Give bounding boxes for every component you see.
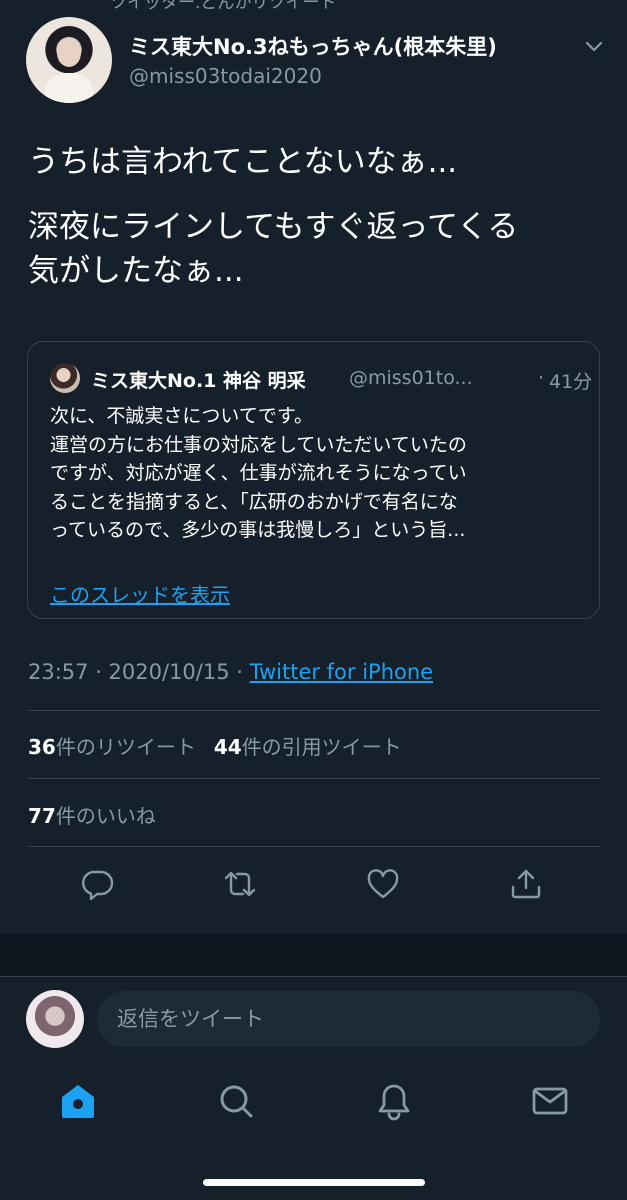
current-user-avatar[interactable] — [26, 990, 84, 1048]
like-label: 件のいいね — [55, 804, 156, 828]
like-count: 77 — [28, 804, 56, 828]
chevron-down-icon[interactable] — [582, 35, 606, 59]
divider — [28, 846, 600, 847]
quoted-body: 次に、不誠実さについてです。 運営の方にお仕事の対応をしていただいていたの です… — [50, 402, 582, 545]
tweet-text: うちは言われてことないなぁ... 深夜にラインしてもすぐ返ってくる 気がしたなぁ… — [28, 140, 600, 293]
home-indicator — [203, 1179, 425, 1186]
quote-label: 件の引用ツイート — [241, 735, 402, 759]
tweet-header: ミス東大No.3ねもっちゃん(根本朱里) @miss03todai2020 — [26, 17, 606, 103]
likes-stat[interactable]: 77件のいいね — [28, 800, 156, 829]
quotes-stat[interactable]: 44件の引用ツイート — [214, 735, 402, 759]
section-separator — [0, 934, 627, 976]
author-display-name[interactable]: ミス東大No.3ねもっちゃん(根本朱里) — [129, 31, 497, 61]
tweet-actions — [0, 858, 627, 908]
bottom-tab-bar — [0, 1065, 627, 1155]
retweet-icon[interactable] — [222, 866, 258, 902]
quoted-time: 41分 — [549, 371, 593, 393]
quoted-body-line: っているので、多少の事は我慢しろ」という旨... — [50, 519, 466, 542]
show-thread-link[interactable]: このスレッドを表示 — [50, 579, 230, 608]
reply-composer — [0, 977, 627, 1061]
reply-input[interactable] — [97, 991, 600, 1047]
messages-icon[interactable] — [530, 1081, 570, 1121]
quoted-tweet[interactable]: ミス東大No.1 神谷 明采 @miss01to... · 41分 次に、不誠実… — [27, 341, 600, 619]
social-context: ツイッター.どんかリツイート — [110, 0, 337, 13]
tweet-timestamp: 23:57 · 2020/10/15 · — [28, 660, 250, 684]
quoted-separator: · — [538, 367, 545, 389]
tweet-text-line: 深夜にラインしてもすぐ返ってくる — [28, 209, 519, 245]
author-avatar[interactable] — [26, 17, 112, 103]
notifications-icon[interactable] — [374, 1081, 414, 1121]
retweet-count: 36 — [28, 735, 56, 759]
quoted-author-avatar — [50, 363, 80, 393]
quoted-body-line: 運営の方にお仕事の対応をしていただいていたの — [50, 433, 467, 456]
tweet-text-line: 気がしたなぁ... — [28, 253, 244, 289]
tweet-meta: 23:57 · 2020/10/15 · Twitter for iPhone — [28, 660, 433, 684]
tweet-text-line: うちは言われてことないなぁ... — [28, 144, 458, 180]
quoted-body-line: 次に、不誠実さについてです。 — [50, 405, 313, 427]
reply-icon[interactable] — [80, 866, 116, 902]
divider — [28, 710, 600, 711]
retweet-label: 件のリツイート — [55, 735, 196, 759]
quote-count: 44 — [213, 735, 242, 759]
share-icon[interactable] — [508, 866, 544, 902]
quoted-author-handle: @miss01to... — [349, 367, 473, 389]
tweet-detail-screen: ツイッター.どんかリツイート ミス東大No.3ねもっちゃん(根本朱里) @mis… — [0, 0, 627, 1200]
quoted-body-line: ることを指摘すると、「広研のおかげで有名にな — [50, 490, 458, 513]
like-icon[interactable] — [365, 866, 401, 902]
divider — [28, 778, 600, 779]
search-icon[interactable] — [216, 1081, 256, 1121]
quoted-body-line: ですが、対応が遅く、仕事が流れそうになってい — [50, 462, 467, 485]
quoted-author-name: ミス東大No.1 神谷 明采 — [91, 370, 306, 392]
retweet-quote-stats: 36件のリツイート 44件の引用ツイート — [28, 731, 402, 760]
home-icon[interactable] — [58, 1081, 98, 1121]
author-handle[interactable]: @miss03todai2020 — [129, 64, 322, 88]
retweets-stat[interactable]: 36件のリツイート — [28, 735, 196, 759]
tweet-source-link[interactable]: Twitter for iPhone — [250, 660, 434, 684]
